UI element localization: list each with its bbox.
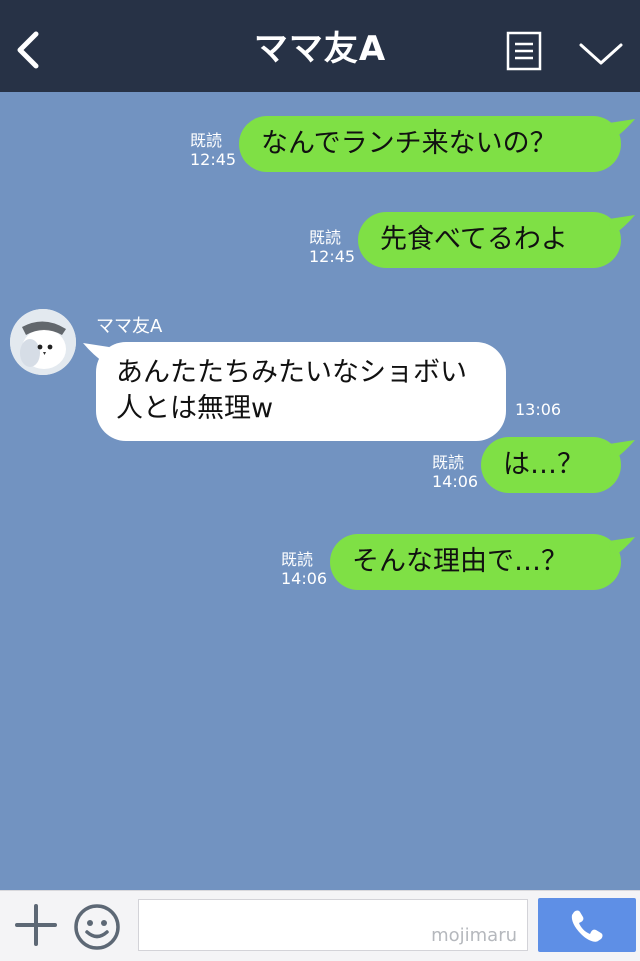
bird-avatar-image bbox=[10, 309, 76, 375]
message-meta: 既読 14:06 bbox=[281, 550, 327, 588]
message-meta: 既読 12:45 bbox=[309, 228, 355, 266]
read-receipt: 既読 bbox=[309, 228, 342, 247]
menu-list-icon bbox=[506, 31, 542, 71]
message-input[interactable]: mojimaru bbox=[138, 899, 528, 951]
message-time: 12:45 bbox=[309, 247, 356, 266]
read-receipt: 既読 bbox=[432, 453, 465, 472]
message-input-bar: mojimaru bbox=[0, 890, 640, 961]
sender-name: ママ友A bbox=[96, 316, 163, 337]
message-time: 14:06 bbox=[432, 472, 479, 491]
incoming-message-bubble[interactable]: あんたたちみたいなショボい人とは無理w bbox=[96, 342, 506, 441]
message-time: 13:06 bbox=[515, 400, 562, 419]
menu-button[interactable] bbox=[506, 31, 542, 71]
outgoing-message-bubble[interactable]: は…？ bbox=[481, 437, 621, 493]
outgoing-message-bubble[interactable]: そんな理由で…？ bbox=[330, 534, 621, 590]
emoji-button[interactable] bbox=[73, 903, 121, 951]
phone-icon bbox=[571, 910, 603, 942]
outgoing-message-bubble[interactable]: 先食べてるわよ bbox=[358, 212, 621, 268]
message-time: 12:45 bbox=[190, 150, 237, 169]
add-attachment-button[interactable] bbox=[15, 904, 57, 946]
read-receipt: 既読 bbox=[281, 550, 314, 569]
outgoing-message-bubble[interactable]: なんでランチ来ないの？ bbox=[239, 116, 621, 172]
call-button[interactable] bbox=[538, 898, 636, 952]
bubble-tail bbox=[609, 215, 635, 237]
dropdown-button[interactable] bbox=[578, 40, 624, 68]
message-meta: 既読 12:45 bbox=[190, 131, 236, 169]
chat-title: ママ友A bbox=[253, 29, 387, 69]
read-receipt: 既読 bbox=[190, 131, 223, 150]
message-time: 14:06 bbox=[281, 569, 328, 588]
avatar[interactable] bbox=[10, 309, 76, 375]
watermark-text: mojimaru bbox=[431, 925, 517, 946]
message-meta: 既読 14:06 bbox=[432, 453, 478, 491]
emoji-icon bbox=[74, 904, 120, 950]
bubble-tail bbox=[609, 537, 635, 559]
bubble-tail bbox=[609, 119, 635, 141]
chevron-down-icon bbox=[579, 43, 623, 65]
plus-icon bbox=[15, 904, 57, 946]
bubble-tail bbox=[609, 440, 635, 462]
chat-header: ママ友A bbox=[0, 0, 640, 92]
